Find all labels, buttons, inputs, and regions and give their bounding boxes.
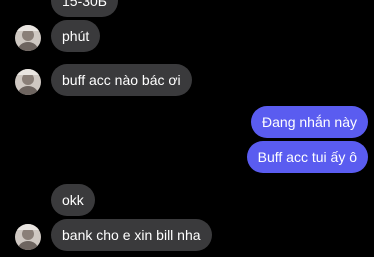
avatar[interactable] [15,25,41,51]
message-text: 15-30Б [62,0,107,9]
message-bubble-incoming[interactable]: okk [51,184,95,216]
avatar-photo-icon [15,25,41,51]
avatar[interactable] [15,69,41,95]
message-bubble-outgoing[interactable]: Buff acc tui ấy ô [246,141,368,173]
message-bubble-outgoing[interactable]: Đang nhắn này [251,106,368,138]
message-text: bank cho e xin bill nha [62,227,201,243]
message-bubble-incoming[interactable]: 15-30Б [51,0,118,17]
avatar-photo-icon [15,224,41,250]
avatar[interactable] [15,224,41,250]
message-text: buff acc nào bác ơi [62,72,181,88]
message-text: okk [62,192,84,208]
message-text: Đang nhắn này [262,114,357,130]
message-bubble-incoming[interactable]: bank cho e xin bill nha [51,219,212,251]
message-text: Buff acc tui ấy ô [257,149,357,165]
avatar-photo-icon [15,69,41,95]
message-text: phút [62,28,90,44]
message-bubble-incoming[interactable]: phút [51,20,101,52]
message-bubble-incoming[interactable]: buff acc nào bác ơi [51,64,192,96]
